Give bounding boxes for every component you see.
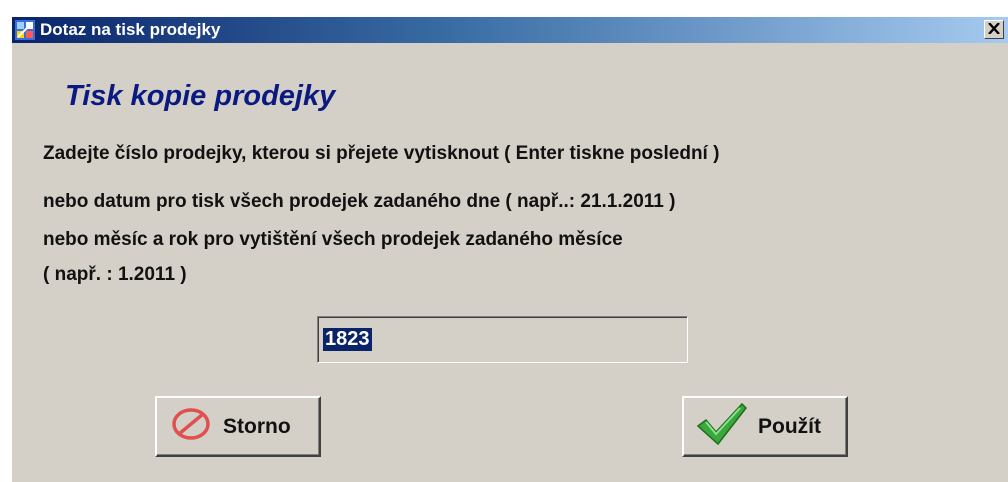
apply-button[interactable]: Použít [682, 396, 848, 457]
instruction-line-4: ( např. : 1.2011 ) [43, 264, 187, 285]
cancel-button-label: Storno [223, 414, 291, 438]
close-button[interactable] [984, 20, 1004, 39]
window-title: Dotaz na tisk prodejky [40, 20, 221, 39]
dialog-window: Dotaz na tisk prodejky Tisk kopie prodej… [10, 16, 1008, 482]
apply-button-label: Použít [758, 414, 821, 438]
receipt-number-value[interactable]: 1823 [323, 328, 372, 351]
close-icon [988, 21, 1000, 39]
instruction-line-2: nebo datum pro tisk všech prodejek zadan… [43, 191, 676, 212]
instruction-line-3: nebo měsíc a rok pro vytištění všech pro… [43, 229, 623, 250]
dialog-heading: Tisk kopie prodejky [65, 80, 336, 112]
cancel-button[interactable]: Storno [155, 396, 321, 457]
prohibited-icon [169, 406, 213, 447]
title-bar[interactable]: Dotaz na tisk prodejky [12, 17, 1008, 43]
app-icon [15, 20, 35, 40]
instruction-line-1: Zadejte číslo prodejky, kterou si přejet… [43, 143, 720, 164]
receipt-number-input[interactable]: 1823 [317, 316, 688, 363]
checkmark-icon [694, 400, 750, 453]
